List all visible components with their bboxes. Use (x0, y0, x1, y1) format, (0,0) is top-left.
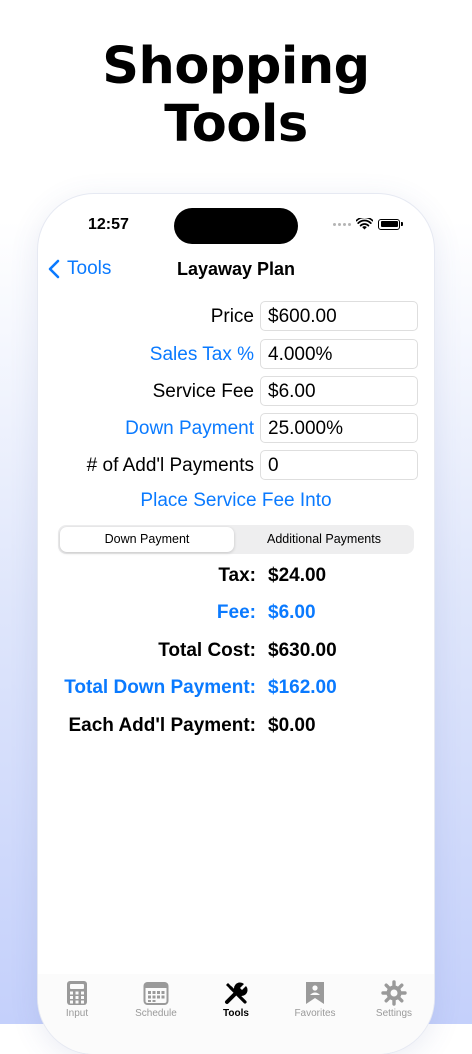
tab-favorites-label: Favorites (294, 1008, 336, 1019)
result-tax-label: Tax: (218, 565, 256, 586)
service-fee-row: Service Fee $6.00 (38, 376, 434, 406)
price-field[interactable]: $600.00 (260, 301, 418, 331)
sales-tax-row: Sales Tax % 4.000% (38, 339, 434, 369)
signal-icon (333, 222, 351, 226)
result-fee-value: $6.00 (268, 602, 316, 623)
tab-schedule[interactable]: Schedule (116, 980, 196, 1019)
additional-payments-label: # of Add'l Payments (86, 455, 254, 476)
result-tax-value: $24.00 (268, 565, 327, 586)
result-fee-row: Fee: $6.00 (38, 599, 434, 627)
down-payment-label[interactable]: Down Payment (125, 418, 254, 440)
page-title: Layaway Plan (176, 259, 296, 279)
price-label: Price (210, 306, 254, 327)
headline: Shopping Tools (0, 38, 472, 154)
segment-additional-payments[interactable]: Additional Payments (236, 527, 412, 552)
battery-icon (378, 218, 403, 230)
headline-line-1: Shopping (102, 37, 370, 96)
result-total-cost-row: Total Cost: $630.00 (38, 637, 434, 665)
result-each-payment-row: Each Add'l Payment: $0.00 (38, 712, 434, 740)
tab-tools[interactable]: Tools (196, 980, 276, 1019)
tools-icon (225, 982, 248, 1004)
tab-bar: Input Schedule Tools Favorites Settings (38, 974, 434, 1054)
result-each-payment-label: Each Add'l Payment: (68, 715, 256, 736)
phone-frame: 12:57 Tools Layaway Plan Price $600.00 S… (38, 194, 434, 1054)
place-service-fee-button[interactable]: Place Service Fee Into (38, 490, 434, 512)
result-total-down-payment-label[interactable]: Total Down Payment: (64, 677, 256, 699)
calendar-icon (143, 982, 169, 1005)
result-tax-row: Tax: $24.00 (38, 562, 434, 590)
tab-settings[interactable]: Settings (354, 980, 434, 1019)
result-total-down-payment-row: Total Down Payment: $162.00 (38, 674, 434, 702)
down-payment-field[interactable]: 25.000% (260, 413, 418, 443)
tab-schedule-label: Schedule (135, 1008, 177, 1019)
tab-input-label: Input (65, 1008, 89, 1019)
sales-tax-label[interactable]: Sales Tax % (150, 344, 254, 366)
result-fee-label[interactable]: Fee: (217, 602, 256, 624)
tab-tools-label: Tools (223, 1008, 249, 1019)
down-payment-row: Down Payment 25.000% (38, 413, 434, 443)
result-each-payment-value: $0.00 (268, 715, 316, 736)
additional-payments-row: # of Add'l Payments 0 (38, 450, 434, 480)
status-time: 12:57 (88, 216, 129, 233)
calculator-icon (67, 981, 87, 1005)
result-total-cost-value: $630.00 (268, 640, 337, 661)
status-icons (333, 218, 403, 230)
sales-tax-field[interactable]: 4.000% (260, 339, 418, 369)
gear-icon (381, 980, 407, 1006)
tab-input[interactable]: Input (38, 980, 117, 1019)
result-total-cost-label: Total Cost: (158, 640, 256, 661)
payment-segmented-control: Down Payment Additional Payments (58, 525, 414, 554)
navigation-bar: Tools Layaway Plan (38, 256, 434, 286)
bookmark-icon (306, 982, 324, 1004)
tab-favorites[interactable]: Favorites (275, 980, 355, 1019)
service-fee-label: Service Fee (152, 381, 254, 402)
wifi-icon (356, 218, 373, 230)
headline-line-2: Tools (164, 95, 308, 154)
tab-settings-label: Settings (375, 1008, 413, 1019)
dynamic-island (174, 208, 298, 244)
additional-payments-field[interactable]: 0 (260, 450, 418, 480)
result-total-down-payment-value: $162.00 (268, 677, 337, 698)
segment-down-payment[interactable]: Down Payment (60, 527, 234, 552)
service-fee-field[interactable]: $6.00 (260, 376, 418, 406)
price-row: Price $600.00 (38, 301, 434, 331)
